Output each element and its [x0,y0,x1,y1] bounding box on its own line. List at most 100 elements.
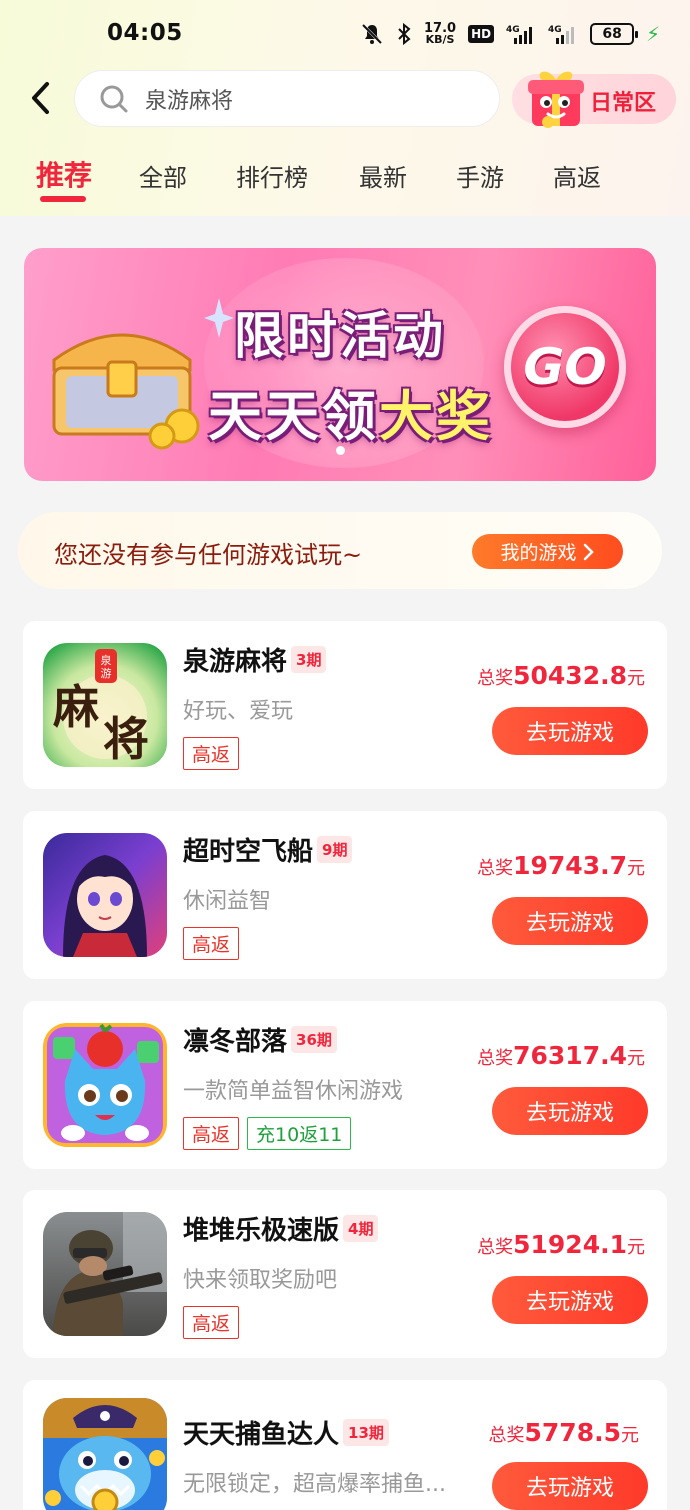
game-name: 超时空飞船 9期 [183,831,353,868]
banner-subtitle: 天天领大奖 [208,372,493,451]
charging-icon: ⚡ [646,22,661,46]
banner-go-button[interactable]: GO [504,306,626,428]
network-speed-unit: KB/S [425,33,455,46]
prize-label: 总奖 [477,858,514,879]
back-arrow-icon [32,82,49,114]
prize-value: 50432.8 [513,661,627,690]
hd-badge: HD [468,25,495,43]
blue-cat-icon [43,1023,167,1147]
game-icon-mahjong[interactable]: 泉 游 麻 将 [43,643,167,767]
tag-high-rebate: 高返 [183,927,240,960]
mahjong-logo-icon: 泉 游 麻 将 [43,643,167,767]
battery-indicator: 68 [590,23,639,45]
pagination-dot-active [335,446,345,455]
prize-value: 5778.5 [524,1418,621,1447]
game-name: 天天捕鱼达人 13期 [183,1414,389,1451]
prize-unit: 元 [627,1048,645,1069]
play-game-button[interactable]: 去玩游戏 [492,707,648,755]
game-title: 堆堆乐极速版 [183,1216,340,1246]
game-card[interactable]: 堆堆乐极速版 4期 快来领取奖励吧 高返 总奖 51924.1 元 去玩游戏 [23,1190,667,1358]
treasure-chest-icon [52,333,200,450]
back-button[interactable] [22,78,58,118]
game-description: 好玩、爱玩 [183,699,294,724]
game-card[interactable]: 天天捕鱼达人 13期 无限锁定，超高爆率捕鱼... 总奖 5778.5 元 去玩游戏 [23,1380,667,1510]
search-input[interactable] [145,86,445,111]
tab-recommend[interactable]: 推荐 [36,154,92,194]
prize-value: 76317.4 [513,1041,627,1070]
my-games-label: 我的游戏 [500,542,577,564]
mahjong-icon-text-2: 游 [101,667,112,680]
period-badge: 13期 [343,1419,389,1446]
play-game-button[interactable]: 去玩游戏 [492,1462,648,1510]
svg-text:4G: 4G [506,25,520,35]
game-title: 天天捕鱼达人 [183,1420,340,1450]
game-icon-stack-fun[interactable] [43,1212,167,1336]
tab-high-rebate[interactable]: 高返 [553,158,601,193]
game-description: 休闲益智 [183,889,272,914]
mahjong-icon-text-3: 麻 [53,680,99,734]
tab-mobile-games[interactable]: 手游 [456,158,504,193]
game-name: 堆堆乐极速版 4期 [183,1210,379,1247]
network-speed: 17.0 KB/S [424,21,456,47]
game-tags: 高返 [183,1306,240,1339]
prize-unit: 元 [627,1237,645,1258]
tab-all[interactable]: 全部 [139,158,187,193]
play-game-button[interactable]: 去玩游戏 [492,1087,648,1135]
game-name: 凛冬部落 36期 [183,1021,337,1058]
chevron-right-icon [583,543,594,560]
go-label: GO [523,338,607,396]
prize-label: 总奖 [477,1048,514,1069]
game-title: 超时空飞船 [183,837,314,867]
play-game-button[interactable]: 去玩游戏 [492,897,648,945]
soldier-sniper-icon [43,1212,167,1336]
game-description: 一款简单益智休闲游戏 [183,1079,404,1104]
sparkle-icon [204,298,234,338]
prize-value: 19743.7 [513,851,627,880]
tag-high-rebate: 高返 [183,1117,240,1150]
search-box[interactable] [74,70,500,127]
play-game-button[interactable]: 去玩游戏 [492,1276,648,1324]
game-title: 泉游麻将 [183,647,288,677]
prize-unit: 元 [621,1425,639,1446]
game-name: 泉游麻将 3期 [183,641,327,678]
promo-banner[interactable]: 限时活动 天天领大奖 GO [24,248,656,481]
tab-ranking[interactable]: 排行榜 [236,158,308,193]
game-tags: 高返 充10返11 [183,1117,352,1150]
game-icon-fishing[interactable] [43,1398,167,1510]
tab-newest[interactable]: 最新 [359,158,407,193]
gift-mascot-icon [528,71,584,128]
game-card[interactable]: 凛冬部落 36期 一款简单益智休闲游戏 高返 充10返11 总奖 76317.4 元 … [23,1001,667,1169]
total-prize: 总奖 50432.8 元 [477,661,645,690]
search-icon [100,85,128,112]
game-icon-winter-tribe[interactable] [43,1023,167,1147]
total-prize: 总奖 5778.5 元 [489,1418,639,1447]
game-card[interactable]: 泉 游 麻 将 泉游麻将 3期 好玩、爱玩 高返 总奖 50432.8 元 去玩游戏 [23,621,667,789]
tag-high-rebate: 高返 [183,1306,240,1339]
trial-notice: 您还没有参与任何游戏试玩~ 我的游戏 [18,512,662,589]
banner-title: 限时活动 [234,307,446,365]
banner-subtitle-highlight: 大奖 [379,385,493,448]
game-icon-spaceship[interactable] [43,833,167,957]
my-games-button[interactable]: 我的游戏 [472,534,623,569]
status-icons: 17.0 KB/S HD 4G 4G 68 ⚡ [360,20,660,48]
category-tabs: 推荐 全部 排行榜 最新 手游 高返 [0,150,690,206]
status-time: 04:05 [107,20,183,46]
prize-value: 51924.1 [513,1230,627,1259]
prize-label: 总奖 [477,668,514,689]
prize-label: 总奖 [477,1237,514,1258]
mahjong-icon-text-4: 将 [103,712,149,766]
banner-subtitle-main: 天天领 [208,385,379,448]
game-card[interactable]: 超时空飞船 9期 休闲益智 高返 总奖 19743.7 元 去玩游戏 [23,811,667,979]
svg-text:4G: 4G [548,25,562,35]
period-badge: 36期 [291,1026,337,1053]
mute-bell-icon [360,21,384,47]
daily-zone-button[interactable]: 日常区 [512,71,676,128]
prize-unit: 元 [627,858,645,879]
game-description: 无限锁定，超高爆率捕鱼... [183,1472,446,1497]
total-prize: 总奖 19743.7 元 [477,851,645,880]
prize-unit: 元 [627,668,645,689]
game-tags: 高返 [183,927,240,960]
signal-icon-1: 4G [506,21,536,47]
tag-high-rebate: 高返 [183,737,240,770]
total-prize: 总奖 51924.1 元 [477,1230,645,1259]
